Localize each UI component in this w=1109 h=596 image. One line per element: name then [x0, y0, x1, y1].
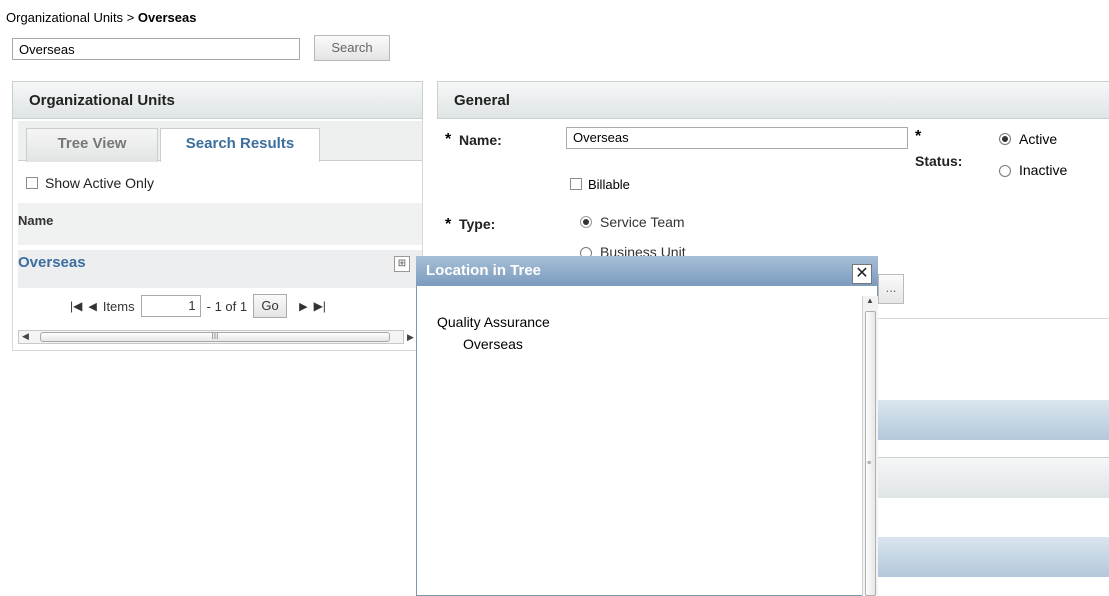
tree-node-quality-assurance[interactable]: Quality Assurance [437, 314, 550, 330]
last-page-icon[interactable]: ▶| [314, 299, 326, 313]
divider [878, 318, 1109, 319]
type-service-team-radio[interactable] [580, 216, 592, 228]
breadcrumb-current: Overseas [137, 10, 197, 25]
name-column-header: Name [18, 203, 422, 245]
billable-checkbox[interactable] [570, 178, 582, 190]
first-page-icon[interactable]: |◀ [70, 299, 82, 313]
status-active-label: Active [1019, 131, 1058, 147]
status-inactive-radio[interactable] [999, 165, 1011, 177]
org-units-header: Organizational Units [12, 81, 423, 119]
breadcrumb-separator: > [126, 10, 135, 25]
tab-search-results[interactable]: Search Results [160, 128, 320, 162]
show-active-only-label: Show Active Only [45, 175, 154, 191]
required-mark: * [445, 216, 452, 233]
tree-node-overseas[interactable]: Overseas [463, 336, 523, 352]
show-active-only-checkbox[interactable] [26, 177, 38, 189]
ou-link-overseas[interactable]: Overseas [18, 254, 86, 271]
breadcrumb-root[interactable]: Organizational Units [6, 10, 123, 25]
dialog-title: Location in Tree [416, 256, 878, 286]
type-label: Type: [459, 216, 496, 232]
scroll-thumb[interactable]: III [40, 332, 390, 342]
billable-label: Billable [588, 177, 630, 192]
page-input[interactable]: 1 [140, 295, 201, 317]
search-button[interactable]: Search [314, 35, 390, 61]
name-field[interactable]: Overseas [566, 127, 908, 149]
scroll-thumb[interactable]: ≡ [865, 311, 876, 596]
tab-tree-view[interactable]: Tree View [26, 128, 158, 162]
status-inactive-label: Inactive [1019, 162, 1068, 178]
dialog-scrollbar[interactable]: ▲ ≡ [862, 296, 878, 596]
items-label: Items [102, 298, 135, 314]
section-header-band [878, 537, 1109, 577]
status-label: Status: [915, 153, 963, 169]
next-page-icon[interactable]: ▶ [299, 300, 307, 313]
scroll-right-icon[interactable]: ▶ [407, 332, 414, 343]
general-header: General [437, 81, 1109, 119]
location-in-tree-dialog [416, 256, 878, 596]
type-service-team-label: Service Team [600, 214, 685, 230]
prev-page-icon[interactable]: ◀ [88, 300, 96, 313]
scroll-left-icon[interactable]: ◀ [22, 331, 29, 342]
pager: |◀ ◀ Items 1 - 1 of 1 Go ▶ ▶| [70, 294, 326, 318]
page-range: - 1 of 1 [206, 298, 248, 314]
browse-button[interactable]: ... [878, 274, 904, 304]
close-icon[interactable]: ✕ [852, 264, 872, 284]
tree-location-icon[interactable]: ⊞ [394, 256, 410, 272]
breadcrumb: Organizational Units > Overseas [6, 10, 196, 25]
status-active-radio[interactable] [999, 133, 1011, 145]
go-button[interactable]: Go [253, 294, 288, 318]
scroll-up-icon[interactable]: ▲ [866, 296, 874, 305]
section-header-band [878, 457, 1109, 498]
horizontal-scrollbar[interactable]: ◀ III [18, 328, 404, 346]
name-label: Name: [459, 132, 502, 148]
required-mark: * [445, 131, 452, 148]
section-header-band [878, 400, 1109, 440]
required-mark: * [915, 128, 922, 145]
search-input[interactable] [12, 38, 300, 60]
